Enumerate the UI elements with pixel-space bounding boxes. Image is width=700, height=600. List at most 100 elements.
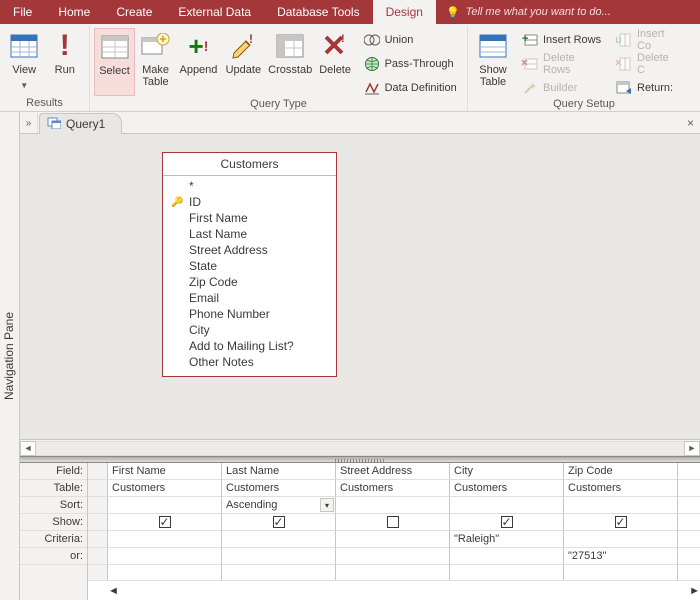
query-tab[interactable]: Query1 [39, 113, 122, 134]
tab-file[interactable]: File [0, 0, 45, 24]
update-button[interactable]: ! Update [221, 28, 266, 96]
source-table-box[interactable]: Customers *🔑IDFirst NameLast NameStreet … [162, 152, 337, 377]
run-button[interactable]: ! Run [45, 28, 86, 96]
select-query-button[interactable]: Select [94, 28, 135, 96]
row-selector[interactable] [88, 514, 108, 531]
field-item-star[interactable]: * [171, 178, 330, 194]
show-table-button[interactable]: Show Table [472, 28, 514, 96]
delete-query-button[interactable]: ! Delete [315, 28, 356, 96]
sort-dropdown-arrow-icon[interactable]: ▾ [320, 498, 334, 512]
upper-pane-hscrollbar[interactable]: ◄ ► [20, 439, 700, 456]
grid-cell-or[interactable] [336, 548, 450, 565]
grid-cell-field[interactable]: Street Address [336, 463, 450, 480]
field-item[interactable]: Add to Mailing List? [171, 338, 330, 354]
grid-hscrollbar[interactable]: ◄► [88, 585, 700, 600]
delete-rows-button[interactable]: Delete Rows [518, 54, 608, 74]
grid-cell-show[interactable] [564, 514, 678, 531]
grid-cell-field[interactable]: First Name [108, 463, 222, 480]
document-area: Navigation Pane » Query1 × Customers *🔑I… [0, 112, 700, 600]
grid-cell-field[interactable]: City [450, 463, 564, 480]
grid-cell-sort[interactable] [450, 497, 564, 514]
grid-cell-table[interactable]: Customers [222, 480, 336, 497]
close-tab-button[interactable]: × [687, 116, 694, 130]
grid-cell-criteria[interactable] [564, 531, 678, 548]
grid-cell-criteria[interactable]: "Raleigh" [450, 531, 564, 548]
grid-cell-field[interactable]: Zip Code [564, 463, 678, 480]
group-label-query-type: Query Type [90, 98, 467, 112]
grid-cell-sort[interactable] [564, 497, 678, 514]
insert-columns-button[interactable]: u Insert Co [612, 30, 678, 50]
grid-cell-sort[interactable]: Ascending▾ [222, 497, 336, 514]
grid-cell-or[interactable] [108, 548, 222, 565]
show-checkbox[interactable] [273, 516, 285, 528]
field-item[interactable]: 🔑ID [171, 194, 330, 210]
navigation-pane-collapsed[interactable]: Navigation Pane [0, 112, 20, 600]
scroll-right-icon[interactable]: ► [689, 585, 700, 600]
field-item[interactable]: Email [171, 290, 330, 306]
workspace: » Query1 × Customers *🔑IDFirst NameLast … [20, 112, 700, 600]
field-item[interactable]: Zip Code [171, 274, 330, 290]
field-item[interactable]: State [171, 258, 330, 274]
view-button[interactable]: View ▼ [4, 28, 45, 96]
tab-home[interactable]: Home [45, 0, 103, 24]
grid-cell-show[interactable] [336, 514, 450, 531]
show-checkbox[interactable] [159, 516, 171, 528]
crosstab-button[interactable]: Crosstab [266, 28, 315, 96]
scroll-left-icon[interactable]: ◄ [108, 585, 119, 600]
row-selector[interactable] [88, 531, 108, 548]
field-item[interactable]: Street Address [171, 242, 330, 258]
grid-cell-or[interactable]: "27513" [564, 548, 678, 565]
grid-cell-field[interactable]: Last Name [222, 463, 336, 480]
tell-me-search[interactable]: 💡 Tell me what you want to do... [436, 0, 700, 24]
pane-splitter[interactable] [20, 456, 700, 463]
field-item[interactable]: Other Notes [171, 354, 330, 370]
label-criteria: Criteria: [20, 531, 87, 548]
grid-cell-criteria[interactable] [108, 531, 222, 548]
field-item[interactable]: First Name [171, 210, 330, 226]
scroll-right-icon[interactable]: ► [684, 441, 700, 456]
show-checkbox[interactable] [501, 516, 513, 528]
tab-create[interactable]: Create [103, 0, 165, 24]
make-table-button[interactable]: Make Table [135, 28, 176, 96]
append-button[interactable]: +! Append [176, 28, 221, 96]
grid-cell-table[interactable]: Customers [450, 480, 564, 497]
grid-cell-or[interactable] [222, 548, 336, 565]
insert-rows-button[interactable]: + Insert Rows [518, 30, 608, 50]
grid-cell-table[interactable]: Customers [564, 480, 678, 497]
tab-design[interactable]: Design [373, 0, 436, 24]
grid-cell-show[interactable] [108, 514, 222, 531]
scroll-left-icon[interactable]: ◄ [20, 441, 36, 456]
tab-external-data[interactable]: External Data [165, 0, 264, 24]
run-exclaim-icon: ! [49, 30, 81, 62]
primary-key-icon: 🔑 [171, 197, 183, 208]
show-checkbox[interactable] [615, 516, 627, 528]
grid-cell-show[interactable] [450, 514, 564, 531]
grid-cell-sort[interactable] [336, 497, 450, 514]
grid-cell-or[interactable] [450, 548, 564, 565]
row-selector[interactable] [88, 463, 108, 480]
union-button[interactable]: Union [360, 30, 463, 50]
show-checkbox[interactable] [387, 516, 399, 528]
grid-cell-show[interactable] [222, 514, 336, 531]
shutter-toggle[interactable]: » [20, 113, 38, 133]
grid-cell-sort[interactable] [108, 497, 222, 514]
tab-database-tools[interactable]: Database Tools [264, 0, 373, 24]
query-design-upper-pane[interactable]: Customers *🔑IDFirst NameLast NameStreet … [20, 134, 700, 439]
row-selector[interactable] [88, 548, 108, 565]
grid-cell-table[interactable]: Customers [336, 480, 450, 497]
field-item[interactable]: Last Name [171, 226, 330, 242]
field-item[interactable]: Phone Number [171, 306, 330, 322]
update-pencil-icon: ! [227, 30, 259, 62]
grid-cell-table[interactable]: Customers [108, 480, 222, 497]
data-definition-button[interactable]: Data Definition [360, 78, 463, 98]
row-selector[interactable] [88, 497, 108, 514]
grid-cell-criteria[interactable] [336, 531, 450, 548]
delete-x-icon: ! [319, 30, 351, 62]
row-selector[interactable] [88, 480, 108, 497]
builder-button[interactable]: Builder [518, 78, 608, 98]
passthrough-button[interactable]: Pass-Through [360, 54, 463, 74]
delete-columns-button[interactable]: Delete C [612, 54, 678, 74]
field-item[interactable]: City [171, 322, 330, 338]
grid-cell-criteria[interactable] [222, 531, 336, 548]
return-button[interactable]: Return: [612, 78, 678, 98]
